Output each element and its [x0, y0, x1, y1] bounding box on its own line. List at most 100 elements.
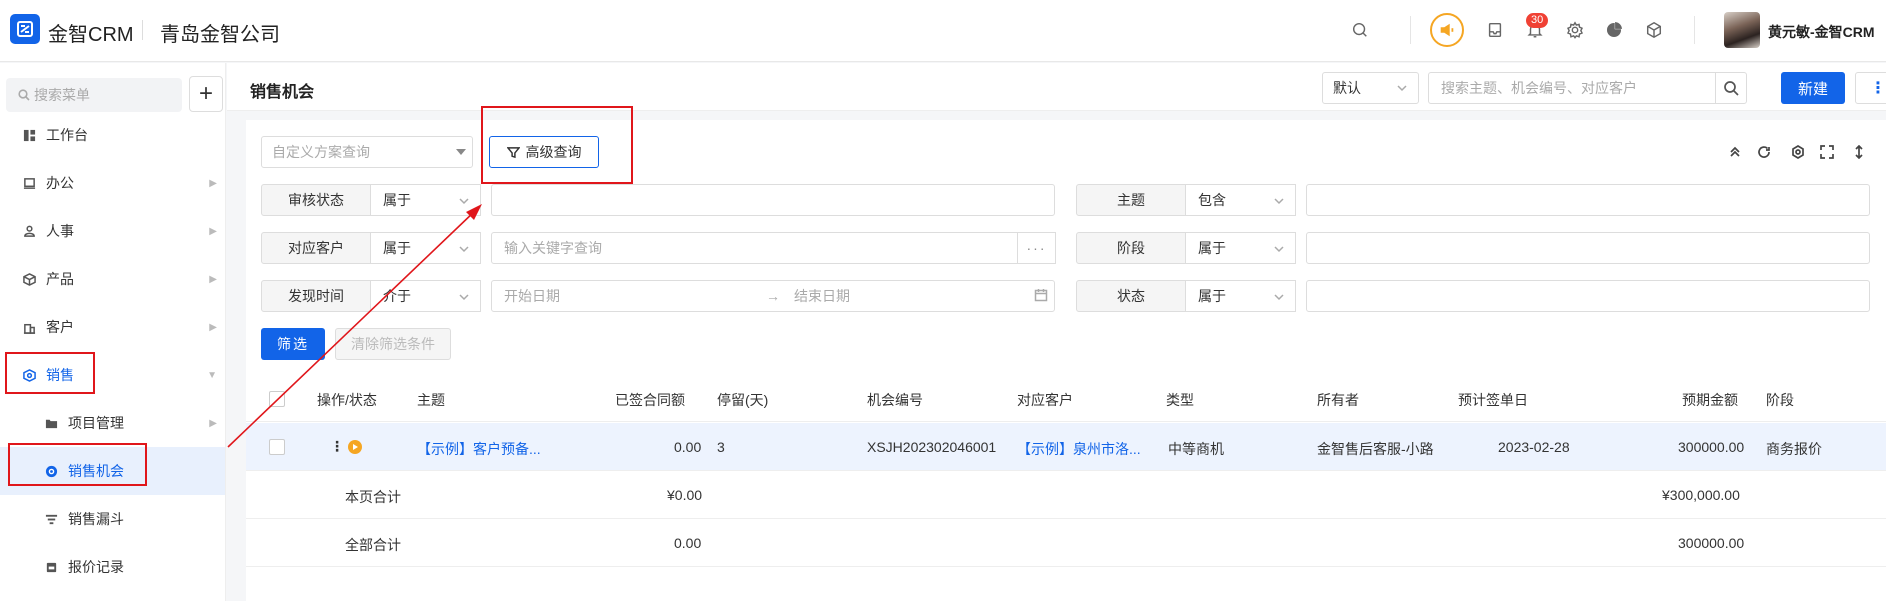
column-header[interactable]: 对应客户: [1017, 390, 1073, 410]
logo-icon[interactable]: [10, 14, 40, 44]
page-total-signed: ¥0.00: [667, 487, 703, 503]
user-avatar[interactable]: [1724, 12, 1760, 48]
filter-op-subject[interactable]: 包含: [1186, 184, 1296, 216]
filter-op-value: 包含: [1198, 192, 1226, 208]
filter-button[interactable]: 筛选: [261, 328, 325, 360]
search-button[interactable]: [1715, 72, 1747, 104]
more-button[interactable]: ⋮: [1855, 72, 1886, 104]
sidebar-item-quote-records[interactable]: 报价记录: [0, 543, 225, 591]
column-header: 操作/状态: [317, 392, 377, 408]
column-header[interactable]: 预期金额: [1682, 390, 1738, 410]
sidebar-item-product[interactable]: 产品 ▶: [0, 255, 225, 303]
menu-search-input[interactable]: 搜索菜单: [6, 78, 182, 112]
brand-name: 金智CRM: [48, 24, 134, 46]
chevron-down-icon: [1273, 290, 1285, 302]
filter-value-subject[interactable]: [1306, 184, 1870, 216]
column-header[interactable]: 机会编号: [867, 390, 923, 410]
filter-value-status[interactable]: [1306, 280, 1870, 312]
column-header[interactable]: 所有者: [1317, 390, 1359, 410]
folder-icon: [44, 416, 58, 430]
arrow-right-icon: →: [766, 288, 780, 304]
row-expected-amount: 300000.00: [1678, 439, 1745, 455]
caret-down-icon: [456, 149, 466, 155]
row-actions-icon[interactable]: ⋮: [330, 438, 344, 455]
settings-icon[interactable]: [1789, 143, 1807, 161]
announcement-icon[interactable]: [1430, 13, 1464, 47]
chevron-down-icon: [458, 290, 470, 302]
sidebar-item-label: 客户: [46, 319, 74, 335]
chevron-down-icon: [458, 242, 470, 254]
column-height-icon[interactable]: [1850, 143, 1868, 161]
chevron-down-icon: [1273, 242, 1285, 254]
column-header[interactable]: 阶段: [1766, 390, 1794, 410]
sidebar-item-workbench[interactable]: 工作台: [0, 111, 225, 159]
custom-scheme-select[interactable]: 自定义方案查询: [261, 136, 473, 168]
annotation-box-advanced-query: [481, 106, 633, 184]
date-range-input[interactable]: 开始日期 → 结束日期: [491, 280, 1055, 312]
search-icon[interactable]: [1350, 20, 1370, 40]
box-icon: [22, 272, 36, 286]
filter-value-audit-status[interactable]: [491, 184, 1055, 216]
filter-op-customer[interactable]: 属于: [371, 232, 481, 264]
filter-op-status[interactable]: 属于: [1186, 280, 1296, 312]
chevron-right-icon: ▶: [209, 225, 217, 237]
opportunity-search-input[interactable]: 搜索主题、机会编号、对应客户: [1428, 72, 1716, 104]
filter-op-found-time[interactable]: 介于: [371, 280, 481, 312]
row-subject-link[interactable]: 【示例】客户预备...: [417, 439, 541, 459]
row-checkbox[interactable]: [269, 439, 285, 455]
row-owner: 金智售后客服-小路: [1317, 441, 1434, 457]
company-name: 青岛金智公司: [160, 24, 280, 46]
row-customer-link[interactable]: 【示例】泉州市洛...: [1017, 439, 1141, 459]
filter-value-stage[interactable]: [1306, 232, 1870, 264]
pie-chart-icon[interactable]: [1604, 20, 1624, 40]
filter-op-value: 属于: [383, 192, 411, 208]
column-header[interactable]: 主题: [417, 390, 445, 410]
cube-icon[interactable]: [1644, 20, 1664, 40]
sidebar-item-project-management[interactable]: 项目管理 ▶: [0, 399, 225, 447]
filter-value-customer[interactable]: 输入关键字查询: [491, 232, 1018, 264]
fullscreen-icon[interactable]: [1818, 143, 1836, 161]
annotation-box-sales-opportunity: [8, 443, 147, 486]
collapse-up-icon[interactable]: [1726, 143, 1744, 161]
row-signed-amount: 0.00: [674, 439, 702, 455]
chevron-down-icon: [1396, 81, 1408, 93]
filter-label-subject: 主题: [1076, 184, 1186, 216]
column-header[interactable]: 类型: [1166, 390, 1194, 410]
view-select-value: 默认: [1333, 80, 1361, 96]
filter-op-value: 属于: [1198, 288, 1226, 304]
sidebar-item-label: 销售漏斗: [68, 511, 124, 527]
header-divider: [1410, 16, 1411, 44]
sidebar-item-label: 产品: [46, 271, 74, 287]
inbox-icon[interactable]: [1485, 20, 1505, 40]
view-select[interactable]: 默认: [1322, 72, 1419, 104]
refresh-icon[interactable]: [1755, 143, 1773, 161]
filter-label-customer: 对应客户: [261, 232, 371, 264]
notification-badge: 30: [1526, 13, 1549, 28]
header-divider: [1694, 16, 1695, 44]
filter-op-stage[interactable]: 属于: [1186, 232, 1296, 264]
play-status-icon[interactable]: [348, 440, 362, 454]
all-total-label: 全部合计: [345, 537, 401, 553]
new-button[interactable]: 新建: [1781, 72, 1845, 104]
sidebar-item-customer[interactable]: 客户 ▶: [0, 303, 225, 351]
sidebar-item-office[interactable]: 办公 ▶: [0, 159, 225, 207]
settings-icon[interactable]: [1565, 20, 1585, 40]
customer-picker-button[interactable]: ···: [1018, 232, 1056, 264]
sidebar-item-label: 项目管理: [68, 415, 124, 431]
sidebar-item-hr[interactable]: 人事 ▶: [0, 207, 225, 255]
column-header[interactable]: 停留(天): [717, 390, 768, 410]
dashboard-icon: [22, 128, 36, 142]
add-menu-button[interactable]: +: [189, 76, 223, 112]
user-name[interactable]: 黄元敏-金智CRM: [1768, 22, 1875, 42]
quote-icon: [44, 560, 58, 574]
sidebar-item-sales-funnel[interactable]: 销售漏斗: [0, 495, 225, 543]
select-all-checkbox[interactable]: [269, 391, 285, 407]
page-total-label: 本页合计: [345, 489, 401, 505]
sidebar-item-label: 报价记录: [68, 559, 124, 575]
clear-filter-button[interactable]: 清除筛选条件: [335, 328, 451, 360]
filter-op-audit-status[interactable]: 属于: [371, 184, 481, 216]
chevron-down-icon: [458, 194, 470, 206]
column-header[interactable]: 预计签单日: [1458, 390, 1528, 410]
column-header[interactable]: 已签合同额: [615, 390, 685, 410]
row-expected-date: 2023-02-28: [1498, 439, 1570, 455]
